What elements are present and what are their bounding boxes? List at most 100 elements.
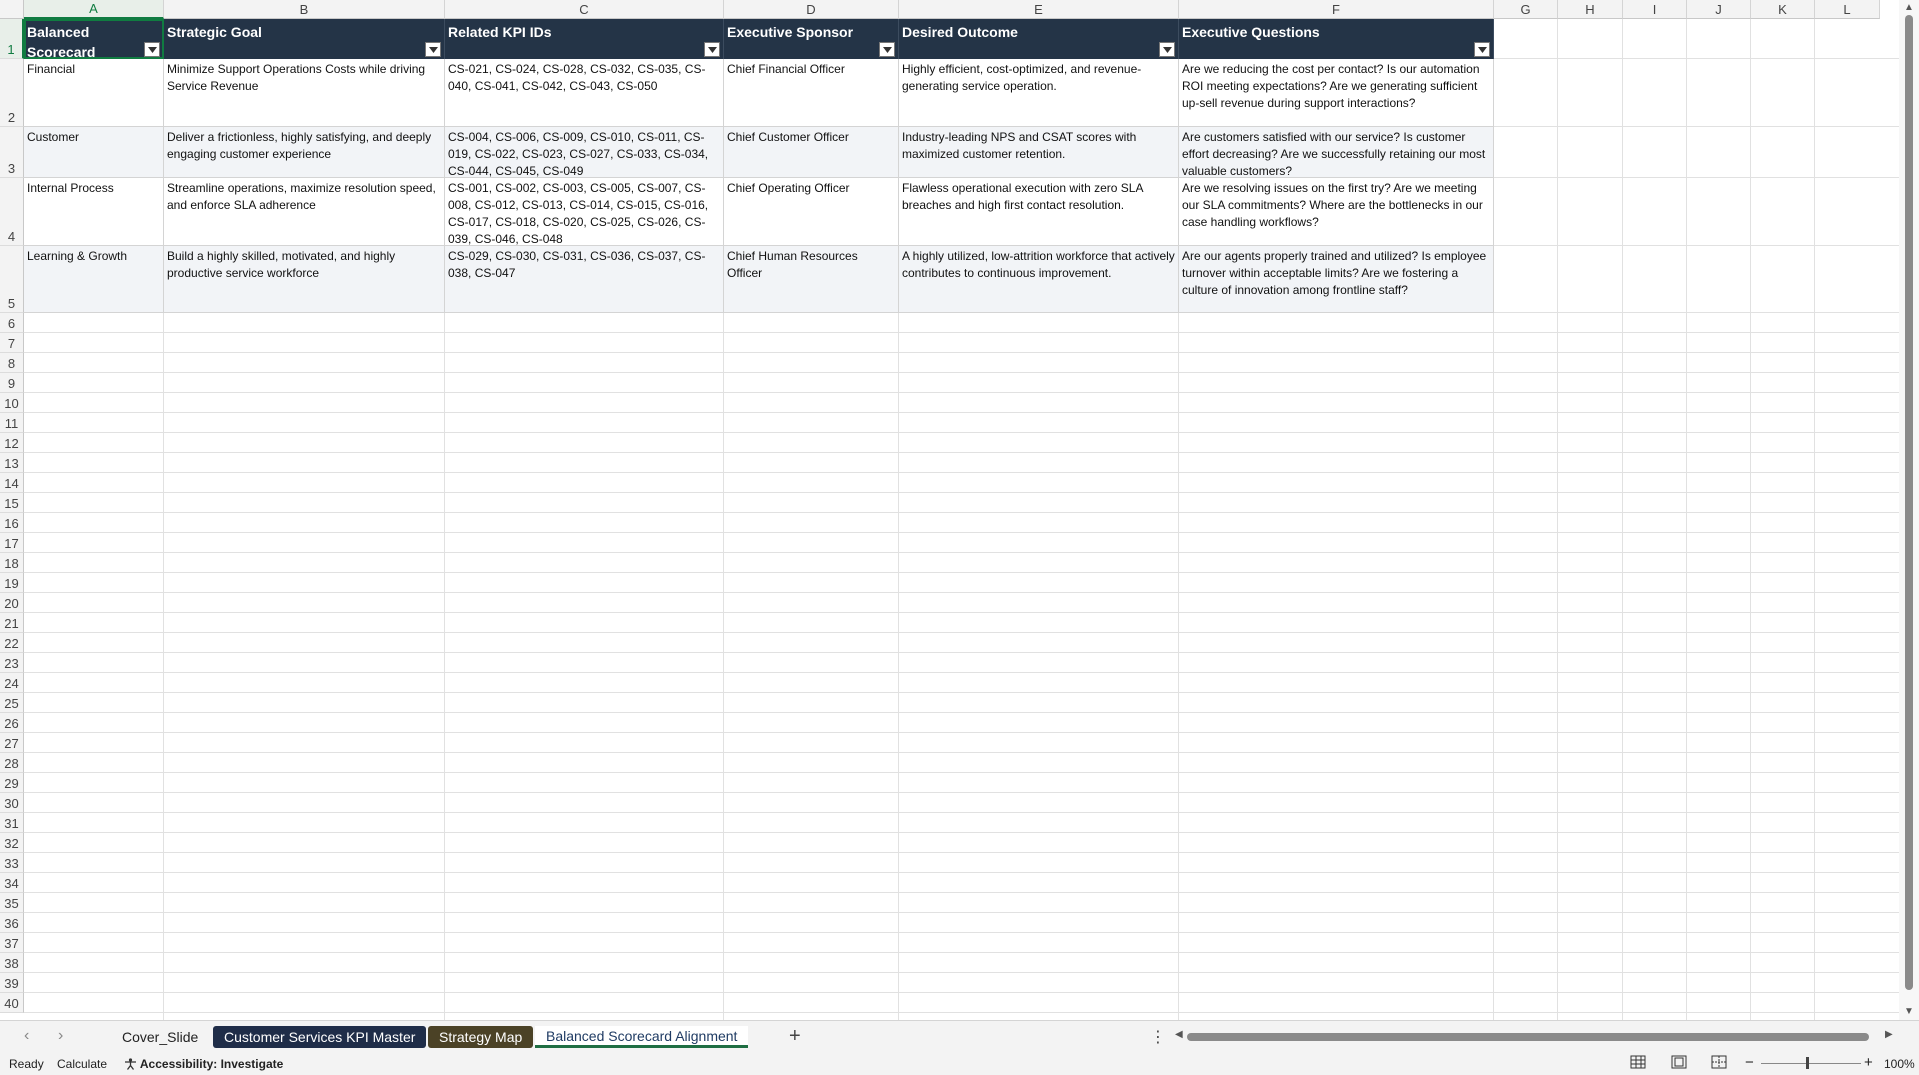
row-header-25[interactable]: 25 — [0, 693, 24, 713]
table-cell[interactable]: Chief Financial Officer — [724, 59, 899, 127]
column-header-c[interactable]: C — [445, 0, 724, 19]
row-header-29[interactable]: 29 — [0, 773, 24, 793]
table-cell[interactable]: Streamline operations, maximize resoluti… — [164, 178, 445, 246]
row-header-9[interactable]: 9 — [0, 373, 24, 393]
row-header-26[interactable]: 26 — [0, 713, 24, 733]
vertical-scrollbar[interactable]: ▲ ▼ — [1899, 0, 1919, 1020]
row-header-28[interactable]: 28 — [0, 753, 24, 773]
column-header-f[interactable]: F — [1179, 0, 1494, 19]
table-cell[interactable]: Customer — [24, 127, 164, 178]
zoom-level[interactable]: 100% — [1884, 1057, 1915, 1071]
next-sheet-icon[interactable]: › — [58, 1027, 63, 1045]
zoom-out-button[interactable]: − — [1745, 1054, 1754, 1071]
row-header-4[interactable]: 4 — [0, 178, 24, 246]
row-header-1[interactable]: 1 — [0, 19, 24, 59]
table-cell[interactable]: Are we resolving issues on the first try… — [1179, 178, 1494, 246]
column-header-d[interactable]: D — [724, 0, 899, 19]
row-header-32[interactable]: 32 — [0, 833, 24, 853]
scroll-right-icon[interactable]: ▶ — [1885, 1029, 1893, 1040]
horizontal-scrollbar[interactable]: ◀ ▶ — [1175, 1029, 1895, 1043]
row-header-27[interactable]: 27 — [0, 733, 24, 753]
row-header-5[interactable]: 5 — [0, 246, 24, 313]
table-cell[interactable]: Minimize Support Operations Costs while … — [164, 59, 445, 127]
row-header-38[interactable]: 38 — [0, 953, 24, 973]
filter-dropdown-icon[interactable] — [425, 42, 441, 57]
table-cell[interactable]: Deliver a frictionless, highly satisfyin… — [164, 127, 445, 178]
scroll-down-icon[interactable]: ▼ — [1904, 1006, 1914, 1017]
vertical-scroll-thumb[interactable] — [1905, 15, 1913, 990]
column-header-i[interactable]: I — [1623, 0, 1687, 19]
table-cell[interactable]: Are we reducing the cost per contact? Is… — [1179, 59, 1494, 127]
sheet-tab-2[interactable]: Customer Services KPI Master — [213, 1026, 427, 1048]
row-header-19[interactable]: 19 — [0, 573, 24, 593]
row-header-16[interactable]: 16 — [0, 513, 24, 533]
zoom-slider[interactable] — [1761, 1063, 1861, 1064]
column-header-j[interactable]: J — [1687, 0, 1751, 19]
table-cell[interactable]: Are customers satisfied with our service… — [1179, 127, 1494, 178]
filter-dropdown-icon[interactable] — [704, 42, 720, 57]
calculate-button[interactable]: Calculate — [57, 1057, 107, 1071]
row-header-7[interactable]: 7 — [0, 333, 24, 353]
table-cell[interactable]: Flawless operational execution with zero… — [899, 178, 1179, 246]
row-header-30[interactable]: 30 — [0, 793, 24, 813]
row-header-33[interactable]: 33 — [0, 853, 24, 873]
row-header-8[interactable]: 8 — [0, 353, 24, 373]
table-cell[interactable]: Chief Operating Officer — [724, 178, 899, 246]
row-header-34[interactable]: 34 — [0, 873, 24, 893]
table-cell[interactable]: Internal Process — [24, 178, 164, 246]
filter-dropdown-icon[interactable] — [1159, 42, 1175, 57]
row-header-39[interactable]: 39 — [0, 973, 24, 993]
row-header-35[interactable]: 35 — [0, 893, 24, 913]
row-header-3[interactable]: 3 — [0, 127, 24, 178]
column-header-l[interactable]: L — [1815, 0, 1880, 19]
table-cell[interactable]: Learning & Growth — [24, 246, 164, 313]
row-header-23[interactable]: 23 — [0, 653, 24, 673]
zoom-slider-handle[interactable] — [1806, 1057, 1809, 1069]
table-header-cell[interactable]: Executive Questions — [1179, 19, 1494, 59]
row-header-21[interactable]: 21 — [0, 613, 24, 633]
column-header-b[interactable]: B — [164, 0, 445, 19]
column-header-g[interactable]: G — [1494, 0, 1558, 19]
row-header-17[interactable]: 17 — [0, 533, 24, 553]
table-cell[interactable]: Chief Customer Officer — [724, 127, 899, 178]
sheet-tab-3[interactable]: Strategy Map — [428, 1026, 534, 1048]
filter-dropdown-icon[interactable] — [144, 42, 160, 57]
table-cell[interactable]: Industry-leading NPS and CSAT scores wit… — [899, 127, 1179, 178]
row-header-37[interactable]: 37 — [0, 933, 24, 953]
page-break-view-icon[interactable] — [1711, 1055, 1727, 1072]
table-cell[interactable]: Highly efficient, cost-optimized, and re… — [899, 59, 1179, 127]
accessibility-button[interactable]: Accessibility: Investigate — [124, 1057, 283, 1071]
prev-sheet-icon[interactable]: ‹ — [24, 1027, 29, 1045]
row-header-40[interactable]: 40 — [0, 993, 24, 1013]
row-header-10[interactable]: 10 — [0, 393, 24, 413]
row-header-6[interactable]: 6 — [0, 313, 24, 333]
sheet-tab-1[interactable]: Cover_Slide — [111, 1026, 209, 1048]
row-header-14[interactable]: 14 — [0, 473, 24, 493]
row-header-12[interactable]: 12 — [0, 433, 24, 453]
column-header-h[interactable]: H — [1558, 0, 1623, 19]
table-header-cell[interactable]: Balanced Scorecard Perspective — [24, 19, 164, 59]
normal-view-icon[interactable] — [1630, 1055, 1646, 1072]
row-header-2[interactable]: 2 — [0, 59, 24, 127]
table-header-cell[interactable]: Desired Outcome — [899, 19, 1179, 59]
table-header-cell[interactable]: Strategic Goal — [164, 19, 445, 59]
select-all-corner[interactable] — [0, 0, 24, 19]
row-header-31[interactable]: 31 — [0, 813, 24, 833]
table-cell[interactable]: Chief Human Resources Officer — [724, 246, 899, 313]
zoom-in-button[interactable]: + — [1864, 1054, 1873, 1071]
column-header-k[interactable]: K — [1751, 0, 1815, 19]
add-sheet-button[interactable]: + — [789, 1025, 801, 1048]
row-header-22[interactable]: 22 — [0, 633, 24, 653]
filter-dropdown-icon[interactable] — [879, 42, 895, 57]
table-cell[interactable]: CS-001, CS-002, CS-003, CS-005, CS-007, … — [445, 178, 724, 246]
row-header-11[interactable]: 11 — [0, 413, 24, 433]
row-header-24[interactable]: 24 — [0, 673, 24, 693]
table-cell[interactable]: CS-004, CS-006, CS-009, CS-010, CS-011, … — [445, 127, 724, 178]
table-cell[interactable]: Build a highly skilled, motivated, and h… — [164, 246, 445, 313]
column-header-e[interactable]: E — [899, 0, 1179, 19]
row-header-36[interactable]: 36 — [0, 913, 24, 933]
horizontal-scroll-thumb[interactable] — [1187, 1033, 1869, 1041]
table-cell[interactable]: CS-029, CS-030, CS-031, CS-036, CS-037, … — [445, 246, 724, 313]
table-cell[interactable]: Financial — [24, 59, 164, 127]
row-header-13[interactable]: 13 — [0, 453, 24, 473]
